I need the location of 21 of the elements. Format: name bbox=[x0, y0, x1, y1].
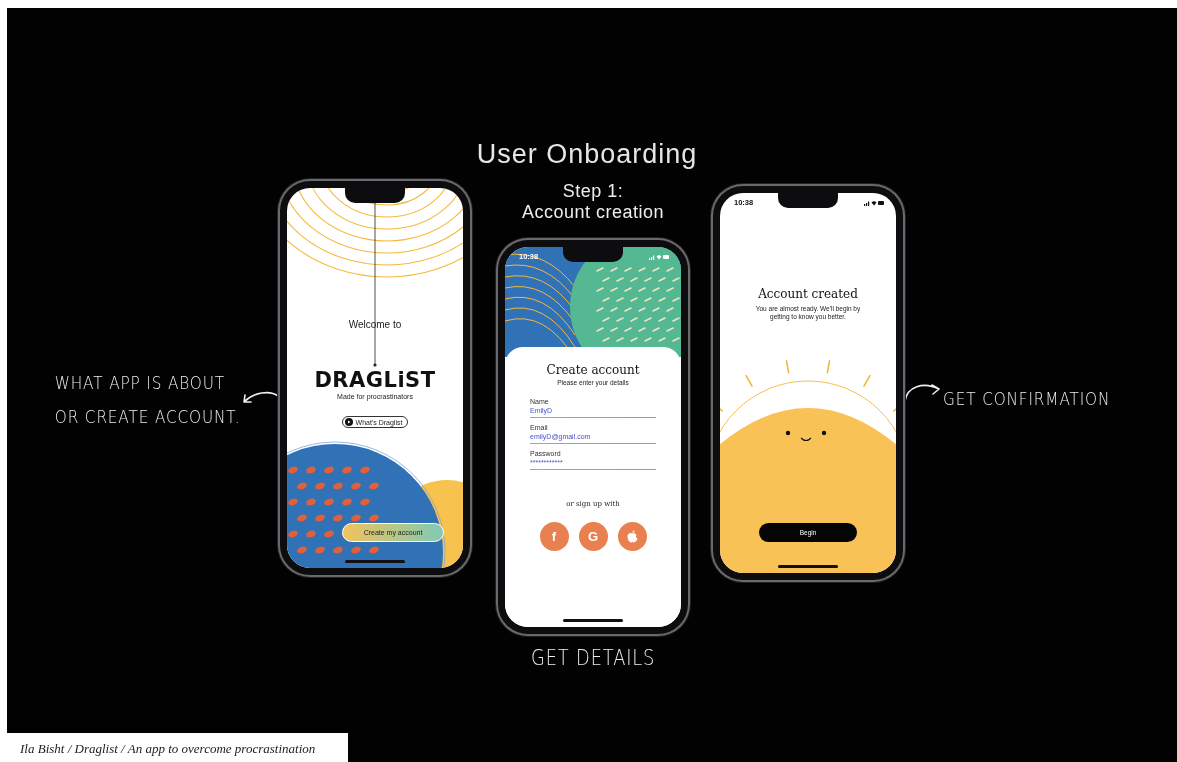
credit-text: Ila Bisht / Draglist / An app to overcome procrastination bbox=[7, 733, 348, 762]
home-indicator bbox=[563, 619, 623, 622]
screen-heading: Account created bbox=[758, 287, 858, 301]
slide-title: User Onboarding bbox=[476, 138, 698, 171]
play-icon bbox=[344, 418, 353, 426]
phone-notch bbox=[563, 247, 623, 262]
status-icons bbox=[649, 253, 669, 260]
annotation-text: WHAT APP IS ABOUT OR CREATE ACCOUNT. bbox=[54, 371, 240, 429]
annotation-text: GET CONFIRMATION bbox=[943, 387, 1111, 411]
status-icons bbox=[864, 199, 884, 206]
home-indicator bbox=[778, 565, 838, 568]
phone-notch bbox=[778, 193, 838, 208]
annotation-text: GET DETAILS bbox=[530, 646, 656, 670]
apple-button[interactable] bbox=[617, 522, 647, 551]
phone-notch bbox=[345, 188, 405, 203]
home-indicator bbox=[345, 560, 405, 563]
welcome-text: Welcome to bbox=[348, 319, 402, 330]
screen-heading: Create account bbox=[546, 363, 640, 377]
apple-icon bbox=[626, 530, 638, 543]
app-logo: DRAGLiST bbox=[314, 368, 436, 392]
step-caption: Step 1: Account creation bbox=[521, 181, 665, 223]
